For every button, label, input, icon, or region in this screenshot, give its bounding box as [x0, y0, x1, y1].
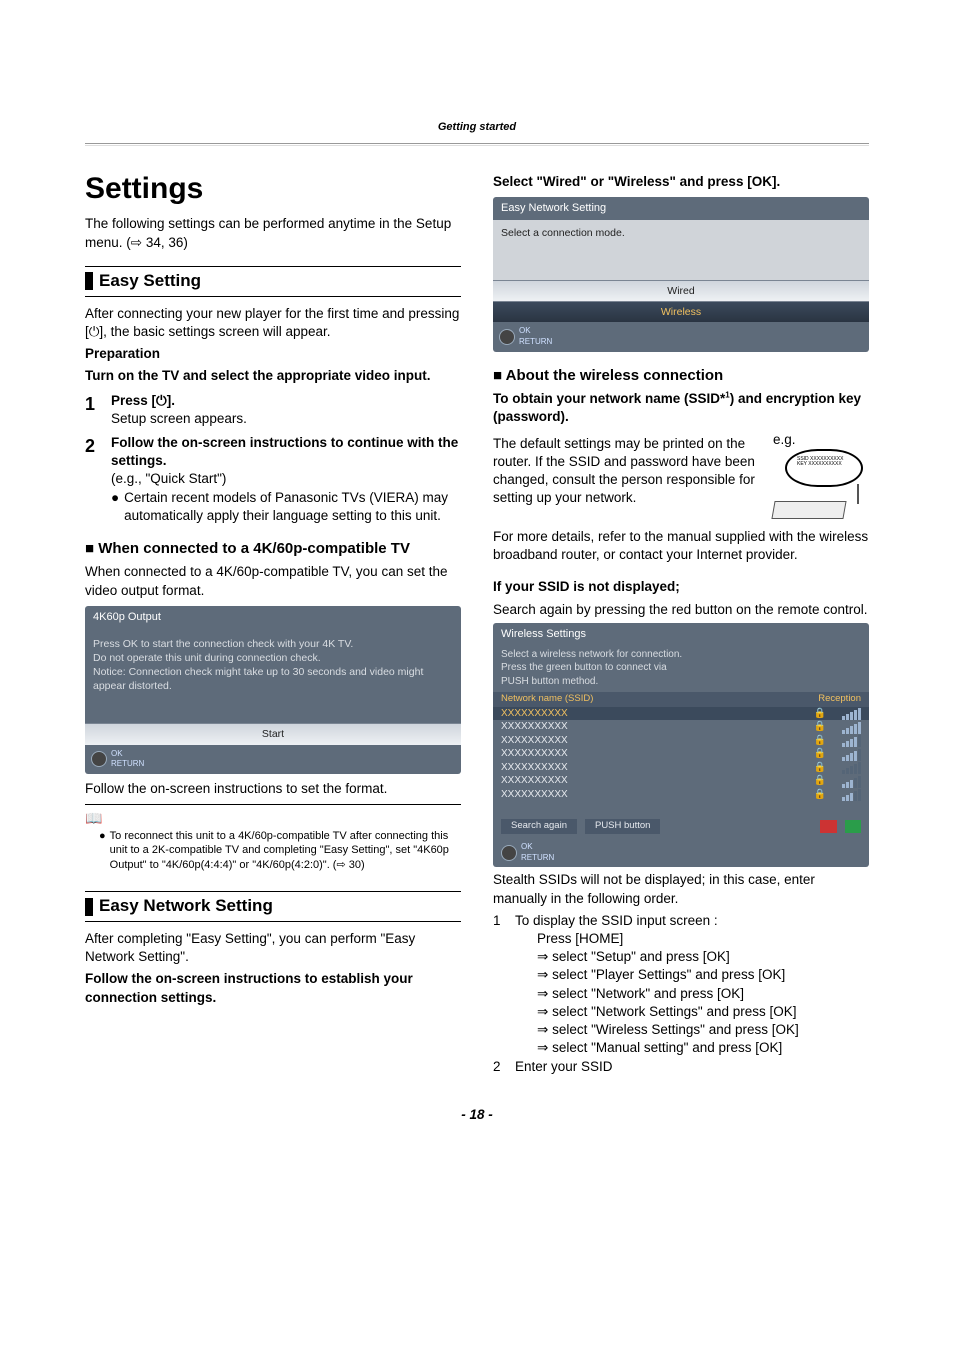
- intro-text: The following settings can be performed …: [85, 215, 461, 251]
- ssid-step: select "Wireless Settings" and press [OK…: [493, 1021, 869, 1039]
- lock-icon: 🔒: [813, 774, 827, 788]
- dpad-icon: [499, 329, 515, 345]
- ssid-step: select "Network Settings" and press [OK]: [493, 1003, 869, 1021]
- wlist-push-button[interactable]: PUSH button: [585, 819, 660, 834]
- preparation-text: Turn on the TV and select the appropriat…: [85, 367, 461, 385]
- sub-4k-after: Follow the on-screen instructions to set…: [85, 780, 461, 798]
- dialog-ens-msg: Select a connection mode.: [493, 220, 869, 280]
- lock-icon: 🔒: [813, 761, 827, 775]
- right-column: Select "Wired" or "Wireless" and press […: [493, 169, 869, 1076]
- wlist-msg: Select a wireless network for connection…: [493, 646, 869, 693]
- lock-icon: 🔒: [813, 707, 827, 721]
- ssid-not-displayed: If your SSID is not displayed;: [493, 578, 869, 596]
- ssid-step: 2Enter your SSID: [493, 1058, 869, 1076]
- stealth-text: Stealth SSIDs will not be displayed; in …: [493, 871, 869, 907]
- dialog-wireless-settings: Wireless Settings Select a wireless netw…: [493, 623, 869, 868]
- sub-4k-heading: When connected to a 4K/60p-compatible TV: [85, 539, 461, 559]
- dialog-4k60p-start-button[interactable]: Start: [85, 723, 461, 744]
- dialog-4k60p-msg: Press OK to start the connection check w…: [85, 629, 461, 724]
- book-icon: 📖: [85, 810, 102, 826]
- wireless-network-row[interactable]: XXXXXXXXXX🔒: [493, 761, 869, 775]
- ssid-step: select "Network" and press [OK]: [493, 985, 869, 1003]
- ssid-step: select "Player Settings" and press [OK]: [493, 966, 869, 984]
- section-easy-setting: Easy Setting: [85, 266, 461, 297]
- dialog-4k60p-title: 4K60p Output: [85, 606, 461, 629]
- dialog-ens-wireless[interactable]: Wireless: [493, 301, 869, 322]
- wlist-button-bar: Search again PUSH button: [493, 815, 869, 838]
- dialog-4k60p-footer: OK RETURN: [85, 745, 461, 775]
- section-easy-network: Easy Network Setting: [85, 891, 461, 922]
- ssid-body: The default settings may be printed on t…: [493, 435, 765, 508]
- lock-icon: 🔒: [813, 734, 827, 748]
- red-button-icon[interactable]: [820, 820, 836, 833]
- wireless-network-row[interactable]: XXXXXXXXXX🔒: [493, 774, 869, 788]
- wlist-footer: OK RETURN: [493, 838, 869, 868]
- ssid-body-2: For more details, refer to the manual su…: [493, 528, 869, 564]
- lock-icon: 🔒: [813, 788, 827, 802]
- eg-label: e.g.: [773, 431, 869, 449]
- preparation-label: Preparation: [85, 345, 461, 363]
- note-row: 📖: [85, 809, 461, 828]
- dpad-icon: [501, 845, 517, 861]
- wireless-network-row[interactable]: XXXXXXXXXX🔒: [493, 747, 869, 761]
- power-icon: ⏻: [156, 393, 167, 408]
- wlist-title: Wireless Settings: [493, 623, 869, 646]
- dialog-ens-footer: OK RETURN: [493, 322, 869, 352]
- left-column: Settings The following settings can be p…: [85, 169, 461, 1076]
- dialog-easy-network: Easy Network Setting Select a connection…: [493, 197, 869, 352]
- dialog-ens-title: Easy Network Setting: [493, 197, 869, 220]
- ssid-bold: To obtain your network name (SSID*1) and…: [493, 390, 869, 426]
- note-text: ●To reconnect this unit to a 4K/60p-comp…: [99, 829, 461, 874]
- wireless-network-row[interactable]: XXXXXXXXXX🔒: [493, 707, 869, 721]
- ssid-step: select "Setup" and press [OK]: [493, 948, 869, 966]
- wireless-network-row[interactable]: XXXXXXXXXX🔒: [493, 734, 869, 748]
- dialog-ens-wired[interactable]: Wired: [493, 280, 869, 301]
- ssid-step: Press [HOME]: [493, 930, 869, 948]
- page-title: Settings: [85, 169, 461, 210]
- page-number: - 18 -: [85, 1106, 869, 1124]
- step-2: 2 Follow the on-screen instructions to c…: [85, 434, 461, 525]
- wlist-search-again[interactable]: Search again: [501, 819, 577, 834]
- sub-4k-body: When connected to a 4K/60p-compatible TV…: [85, 563, 461, 599]
- step-1: 1 Press [⏻]. Setup screen appears.: [85, 392, 461, 428]
- easy-network-bold: Follow the on-screen instructions to est…: [85, 970, 461, 1006]
- wlist-header: Network name (SSID)Reception: [493, 692, 869, 707]
- wireless-network-row[interactable]: XXXXXXXXXX🔒: [493, 720, 869, 734]
- select-wired-wireless: Select "Wired" or "Wireless" and press […: [493, 173, 869, 191]
- lock-icon: 🔒: [813, 720, 827, 734]
- dialog-4k60p: 4K60p Output Press OK to start the conne…: [85, 606, 461, 774]
- easy-network-body: After completing "Easy Setting", you can…: [85, 930, 461, 966]
- about-wireless-heading: About the wireless connection: [493, 366, 869, 386]
- lock-icon: 🔒: [813, 747, 827, 761]
- ssid-step: 1To display the SSID input screen :: [493, 912, 869, 930]
- wireless-network-row[interactable]: XXXXXXXXXX🔒: [493, 788, 869, 802]
- ssid-step: select "Manual setting" and press [OK]: [493, 1039, 869, 1057]
- ssid-not-body: Search again by pressing the red button …: [493, 601, 869, 619]
- header-band: Getting started: [85, 120, 869, 144]
- easy-setting-body: After connecting your new player for the…: [85, 305, 461, 341]
- dpad-icon: [91, 751, 107, 767]
- green-button-icon[interactable]: [845, 820, 861, 833]
- router-illustration: SSID XXXXXXXXXXKEY XXXXXXXXXX: [773, 449, 863, 524]
